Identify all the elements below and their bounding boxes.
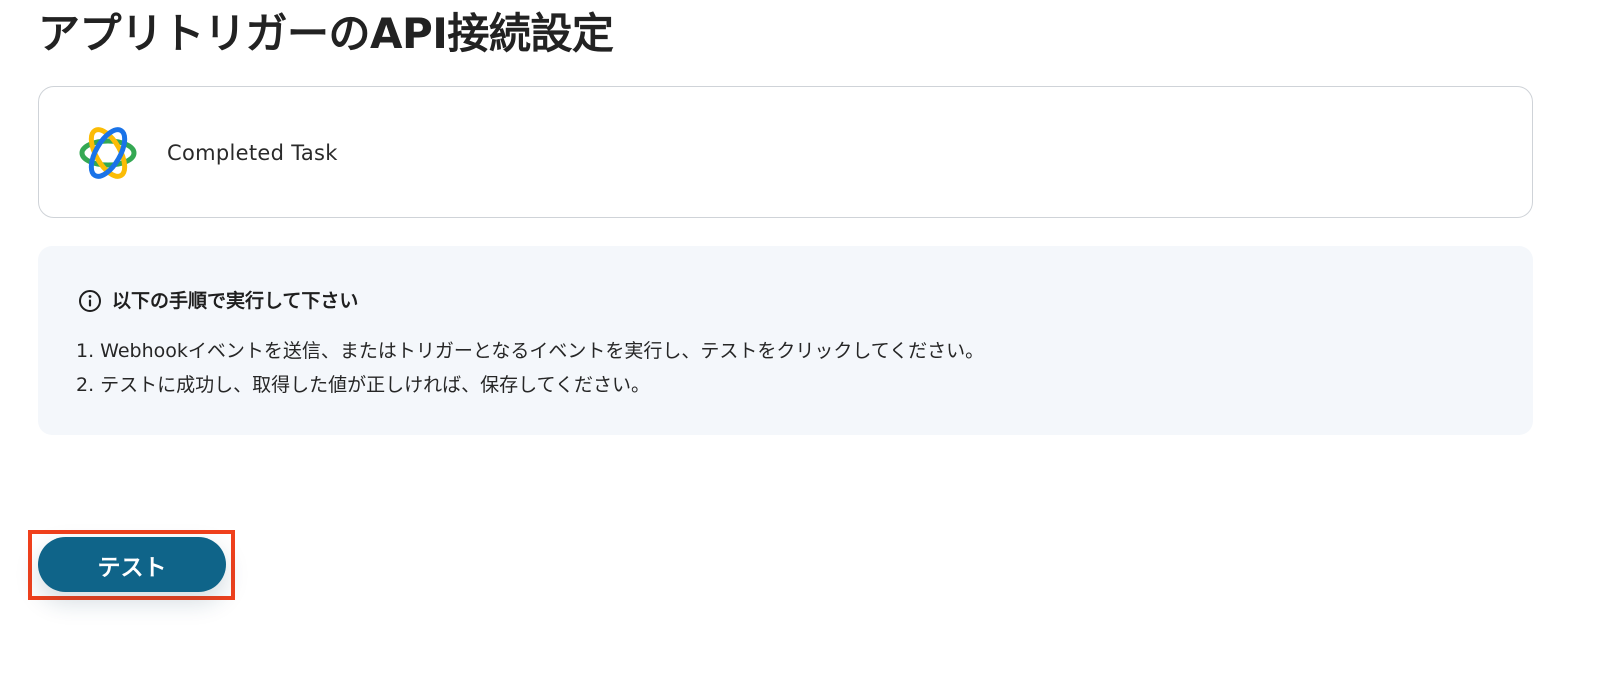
instructions-header: 以下の手順で実行して下さい <box>78 288 358 314</box>
instructions-title: 以下の手順で実行して下さい <box>112 290 359 312</box>
page-title: アプリトリガーのAPI接続設定 <box>38 9 614 58</box>
trigger-app-card: Completed Task <box>38 86 1533 218</box>
test-button[interactable]: テスト <box>38 537 226 592</box>
instruction-step: 1. Webhookイベントを送信、またはトリガーとなるイベントを実行し、テスト… <box>76 340 985 362</box>
instructions-steps: 1. Webhookイベントを送信、またはトリガーとなるイベントを実行し、テスト… <box>76 334 984 402</box>
trigger-event-name: Completed Task <box>167 141 338 165</box>
instruction-step: 2. テストに成功し、取得した値が正しければ、保存してください。 <box>76 374 651 396</box>
app-logo-icon <box>79 127 137 179</box>
info-icon <box>79 290 101 312</box>
instructions-panel: 以下の手順で実行して下さい 1. Webhookイベントを送信、またはトリガーと… <box>38 246 1533 435</box>
api-connection-settings-page: アプリトリガーのAPI接続設定 Completed Task 以下の手順で実行し… <box>0 0 1600 682</box>
